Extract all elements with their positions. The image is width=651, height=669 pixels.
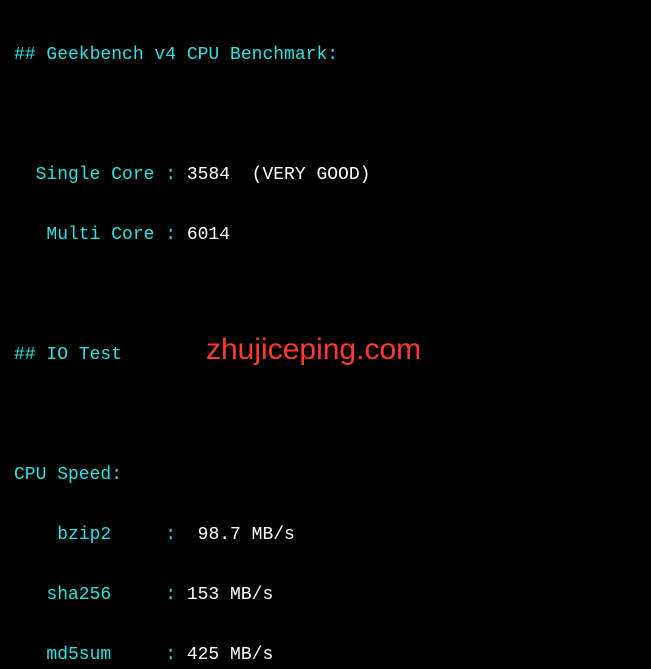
sha256-label: sha256 : (14, 585, 187, 605)
header-text: CPU Speed: (14, 465, 122, 485)
blank-line (14, 400, 637, 430)
md5sum-value: 425 MB/s (187, 645, 273, 665)
cpu-sha256-row: sha256 : 153 MB/s (14, 580, 637, 610)
multi-core-row: Multi Core : 6014 (14, 220, 637, 250)
bzip2-label: bzip2 : (14, 525, 198, 545)
single-core-value: 3584 (VERY GOOD) (187, 165, 371, 185)
header-text: ## IO Test (14, 345, 122, 365)
single-core-label: Single Core : (14, 165, 187, 185)
blank-line (14, 280, 637, 310)
blank-line (14, 100, 637, 130)
md5sum-label: md5sum : (14, 645, 187, 665)
header-text: ## Geekbench v4 CPU Benchmark: (14, 45, 338, 65)
multi-core-label: Multi Core : (14, 225, 187, 245)
sha256-value: 153 MB/s (187, 585, 273, 605)
cpu-speed-header: CPU Speed: (14, 460, 637, 490)
cpu-bzip2-row: bzip2 : 98.7 MB/s (14, 520, 637, 550)
io-header: ## IO Test (14, 340, 637, 370)
cpu-md5sum-row: md5sum : 425 MB/s (14, 640, 637, 669)
terminal-output: ## Geekbench v4 CPU Benchmark: Single Co… (0, 0, 651, 669)
geekbench-header: ## Geekbench v4 CPU Benchmark: (14, 40, 637, 70)
bzip2-value: 98.7 MB/s (198, 525, 295, 545)
multi-core-value: 6014 (187, 225, 230, 245)
single-core-row: Single Core : 3584 (VERY GOOD) (14, 160, 637, 190)
